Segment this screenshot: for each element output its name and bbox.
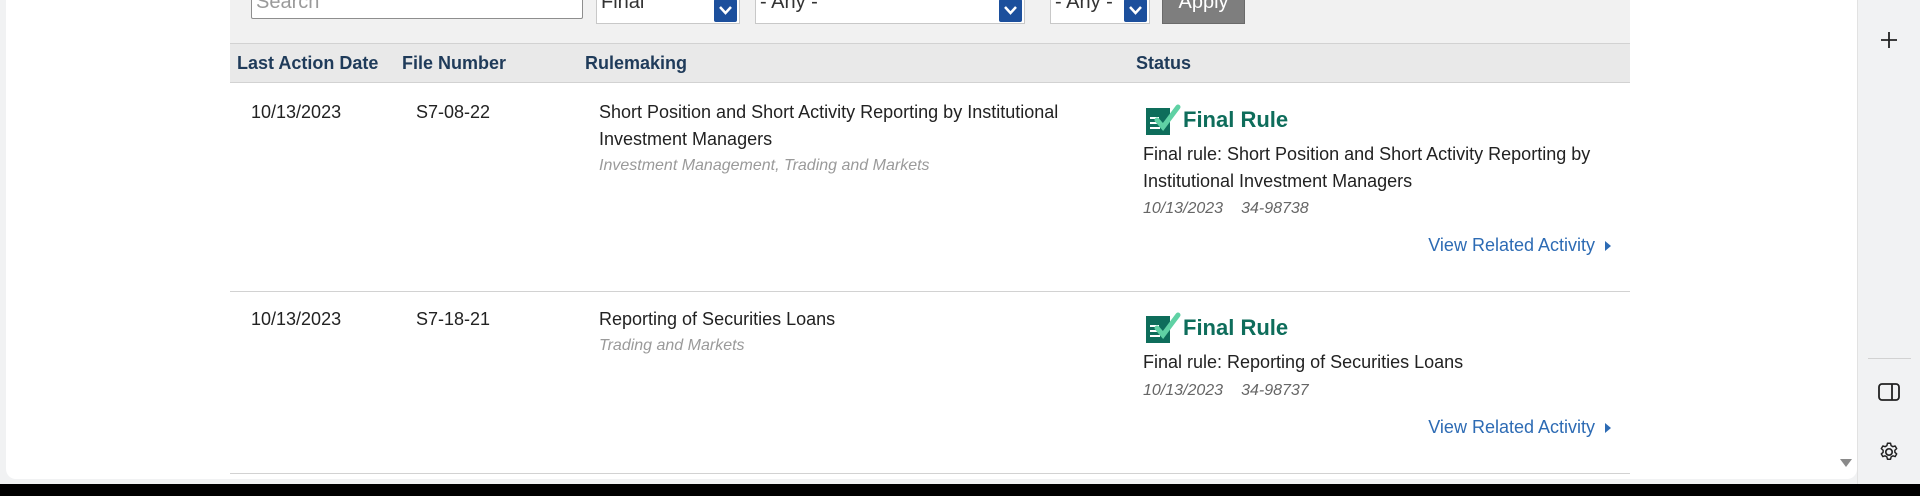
filter-bar: Search Final - Any - - Any - Apply [230,0,1630,43]
row-date: 10/13/2023 [251,102,342,122]
view-related-activity-link[interactable]: View Related Activity [1428,235,1611,256]
status-label: Final Rule [1183,315,1289,340]
status-meta: 10/13/2023 34-98737 [1143,382,1309,400]
status-description[interactable]: Final rule: Short Position and Short Act… [1143,141,1613,195]
plus-icon[interactable] [1874,25,1904,55]
type-select-value: Final [601,0,645,13]
header-status[interactable]: Status [1136,53,1191,74]
header-last-action-date[interactable]: Last Action Date [237,53,378,74]
chevron-down-icon [1124,0,1147,22]
table-row: 10/13/2023 S7-18-21 Reporting of Securit… [230,292,1630,474]
scroll-down-arrow-icon[interactable] [1839,456,1853,470]
browser-viewport: Search Final - Any - - Any - Apply Last … [0,0,1920,484]
related-label: View Related Activity [1428,235,1595,255]
division-select[interactable]: - Any - [755,0,1025,24]
header-rulemaking[interactable]: Rulemaking [585,53,687,74]
rulemaking-topics: Trading and Markets [599,337,745,354]
row-rulemaking: Reporting of Securities Loans Trading an… [599,306,1099,359]
row-date: 10/13/2023 [251,309,342,329]
row-file-number: S7-18-21 [416,309,491,329]
browser-sidebar [1857,0,1920,484]
status-description[interactable]: Final rule: Reporting of Securities Loan… [1143,349,1613,376]
status-meta: 10/13/2023 34-98738 [1143,200,1309,218]
row-rulemaking: Short Position and Short Activity Report… [599,99,1099,179]
rulemaking-title-link[interactable]: Reporting of Securities Loans [599,306,1099,333]
type-select[interactable]: Final [596,0,740,24]
table-header: Last Action Date File Number Rulemaking … [230,43,1630,83]
caret-right-icon [1605,422,1611,433]
apply-button[interactable]: Apply [1162,0,1245,24]
chevron-down-icon [714,0,737,22]
table-row: 10/13/2023 S7-08-22 Short Position and S… [230,83,1630,292]
search-input[interactable]: Search [251,0,583,19]
gear-icon[interactable] [1874,437,1904,467]
chevron-down-icon [999,0,1022,22]
sidebar-divider [1868,358,1911,359]
status-heading: Final Rule [1143,103,1288,137]
release-number: 34-98738 [1241,200,1309,217]
search-placeholder: Search [256,0,320,13]
header-file-number[interactable]: File Number [402,53,506,74]
web-page: Search Final - Any - - Any - Apply Last … [6,0,1857,479]
year-select[interactable]: - Any - [1050,0,1150,24]
rulemaking-topics: Investment Management, Trading and Marke… [599,157,930,174]
final-rule-icon [1143,103,1181,137]
rulemaking-title-link[interactable]: Short Position and Short Activity Report… [599,99,1099,153]
status-heading: Final Rule [1143,311,1288,345]
status-label: Final Rule [1183,107,1289,132]
final-rule-icon [1143,311,1181,345]
caret-right-icon [1605,240,1611,251]
division-select-value: - Any - [760,0,818,13]
row-file-number: S7-08-22 [416,102,491,122]
release-number: 34-98737 [1241,382,1309,399]
related-label: View Related Activity [1428,417,1595,437]
status-date: 10/13/2023 [1143,382,1224,399]
status-date: 10/13/2023 [1143,200,1224,217]
year-select-value: - Any - [1055,0,1113,13]
split-view-icon[interactable] [1874,377,1904,407]
view-related-activity-link[interactable]: View Related Activity [1428,417,1611,438]
